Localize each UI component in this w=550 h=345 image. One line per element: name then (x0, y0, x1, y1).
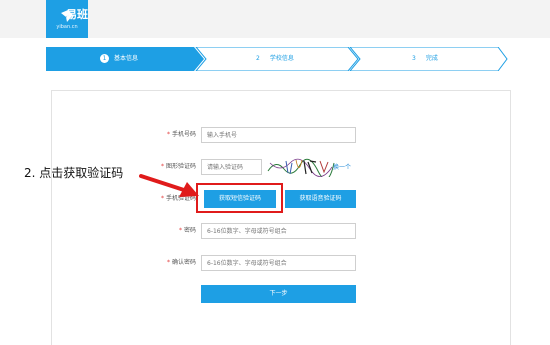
step-2-number: 2 (256, 55, 260, 62)
step-3-number: 3 (412, 55, 416, 62)
get-voice-code-button[interactable]: 获取语音验证码 (285, 190, 356, 208)
refresh-captcha-link[interactable]: 换一个 (333, 162, 351, 171)
password-input[interactable] (201, 223, 356, 239)
phone-input[interactable] (201, 127, 356, 143)
confirm-password-input[interactable] (201, 255, 356, 271)
step-3: 3 完成 (412, 47, 438, 71)
step-indicator: 1 基本信息 2 学校信息 3 完成 (46, 47, 508, 71)
next-step-button[interactable]: 下一步 (201, 285, 356, 303)
password-label: * 密码 (178, 227, 196, 234)
top-bar: yiban.cn 易班 (0, 0, 550, 38)
step-1-label: 基本信息 (114, 55, 139, 62)
annotation-text: 2. 点击获取验证码 (24, 166, 124, 180)
confirm-password-label: * 确认密码 (166, 259, 196, 266)
logo-brand-name: 易班 (66, 8, 88, 21)
phone-label: * 手机号码 (166, 131, 196, 138)
step-2: 2 学校信息 (256, 47, 294, 71)
captcha-image[interactable] (266, 157, 336, 177)
step-1: 1 基本信息 (100, 47, 138, 71)
captcha-input[interactable] (201, 159, 262, 175)
step-1-number: 1 (100, 54, 109, 63)
logo-domain: yiban.cn (56, 23, 78, 30)
annotation-arrow-icon (139, 174, 199, 197)
step-3-label: 完成 (425, 55, 438, 62)
step-2-label: 学校信息 (269, 55, 294, 62)
highlight-box (196, 183, 283, 213)
